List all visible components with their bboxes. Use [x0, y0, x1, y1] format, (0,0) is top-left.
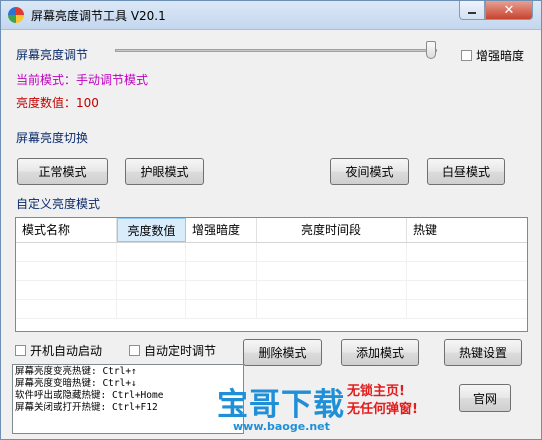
checkbox-box[interactable] — [129, 345, 140, 356]
hotkey-settings-button[interactable]: 热键设置 — [444, 339, 522, 366]
delete-mode-button[interactable]: 删除模式 — [243, 339, 322, 366]
watermark-logo: 宝哥下载 — [217, 387, 345, 423]
hotkey-line: 屏幕亮度变暗热键: Ctrl+↓ — [15, 378, 137, 389]
daylight-mode-button[interactable]: 白昼模式 — [427, 158, 505, 185]
table-header: 模式名称 亮度数值 增强暗度 亮度时间段 热键 — [16, 218, 527, 243]
eye-care-mode-button[interactable]: 护眼模式 — [125, 158, 204, 185]
column-header-brightness-value[interactable]: 亮度数值 — [117, 218, 186, 242]
mode-switch-section-label: 屏幕亮度切换 — [16, 131, 89, 145]
watermark-slogan: 无锁主页! 无任何弹窗! — [347, 383, 418, 419]
enhance-dark-label: 增强暗度 — [476, 49, 525, 63]
checkbox-box[interactable] — [15, 345, 26, 356]
custom-mode-table[interactable]: 模式名称 亮度数值 增强暗度 亮度时间段 热键 — [15, 217, 528, 332]
custom-mode-section-label: 自定义亮度模式 — [16, 197, 101, 211]
column-header-enhance-dark[interactable]: 增强暗度 — [186, 218, 257, 242]
table-row — [16, 281, 527, 300]
column-header-hotkey[interactable]: 热键 — [407, 218, 527, 242]
current-mode-text: 当前模式：手动调节模式 — [16, 73, 149, 87]
window-title: 屏幕亮度调节工具 V20.1 — [31, 9, 166, 23]
table-row — [16, 262, 527, 281]
table-row — [16, 300, 527, 319]
auto-start-label: 开机自动启动 — [30, 344, 103, 358]
table-row — [16, 243, 527, 262]
hotkey-info-box: 屏幕亮度变亮热键: Ctrl+↑ 屏幕亮度变暗热键: Ctrl+↓ 软件呼出或隐… — [12, 364, 244, 434]
night-mode-button[interactable]: 夜间模式 — [330, 158, 409, 185]
brightness-adjust-label: 屏幕亮度调节 — [16, 48, 89, 62]
close-button[interactable]: ✕ — [485, 1, 533, 20]
brightness-slider-track[interactable] — [115, 49, 437, 52]
app-logo-icon — [8, 7, 24, 23]
enhance-dark-checkbox[interactable]: 增强暗度 — [461, 47, 524, 64]
app-window: 屏幕亮度调节工具 V20.1 ✕ 屏幕亮度调节 增强暗度 当前模式：手动调节模式… — [0, 0, 542, 440]
watermark-url: www.baoge.net — [233, 420, 330, 433]
hotkey-line: 屏幕亮度变亮热键: Ctrl+↑ — [15, 366, 137, 377]
checkbox-box[interactable] — [461, 50, 472, 61]
hotkey-line: 屏幕关闭或打开热键: Ctrl+F12 — [15, 402, 158, 413]
timed-adjust-label: 自动定时调节 — [144, 344, 217, 358]
minimize-button[interactable] — [459, 1, 485, 20]
auto-start-checkbox[interactable]: 开机自动启动 — [15, 342, 102, 359]
timed-adjust-checkbox[interactable]: 自动定时调节 — [129, 342, 216, 359]
normal-mode-button[interactable]: 正常模式 — [17, 158, 108, 185]
column-header-time-range[interactable]: 亮度时间段 — [257, 218, 407, 242]
column-header-mode-name[interactable]: 模式名称 — [16, 218, 117, 242]
official-site-button[interactable]: 官网 — [459, 384, 511, 412]
title-bar[interactable]: 屏幕亮度调节工具 V20.1 ✕ — [1, 1, 541, 30]
watermark-slogan-line: 无锁主页! — [347, 384, 405, 399]
brightness-slider-thumb[interactable] — [426, 41, 436, 59]
close-icon: ✕ — [503, 2, 515, 18]
brightness-value-text: 亮度数值：100 — [16, 96, 99, 110]
add-mode-button[interactable]: 添加模式 — [341, 339, 419, 366]
hotkey-line: 软件呼出或隐藏热键: Ctrl+Home — [15, 390, 164, 401]
watermark-slogan-line: 无任何弹窗! — [347, 402, 418, 417]
